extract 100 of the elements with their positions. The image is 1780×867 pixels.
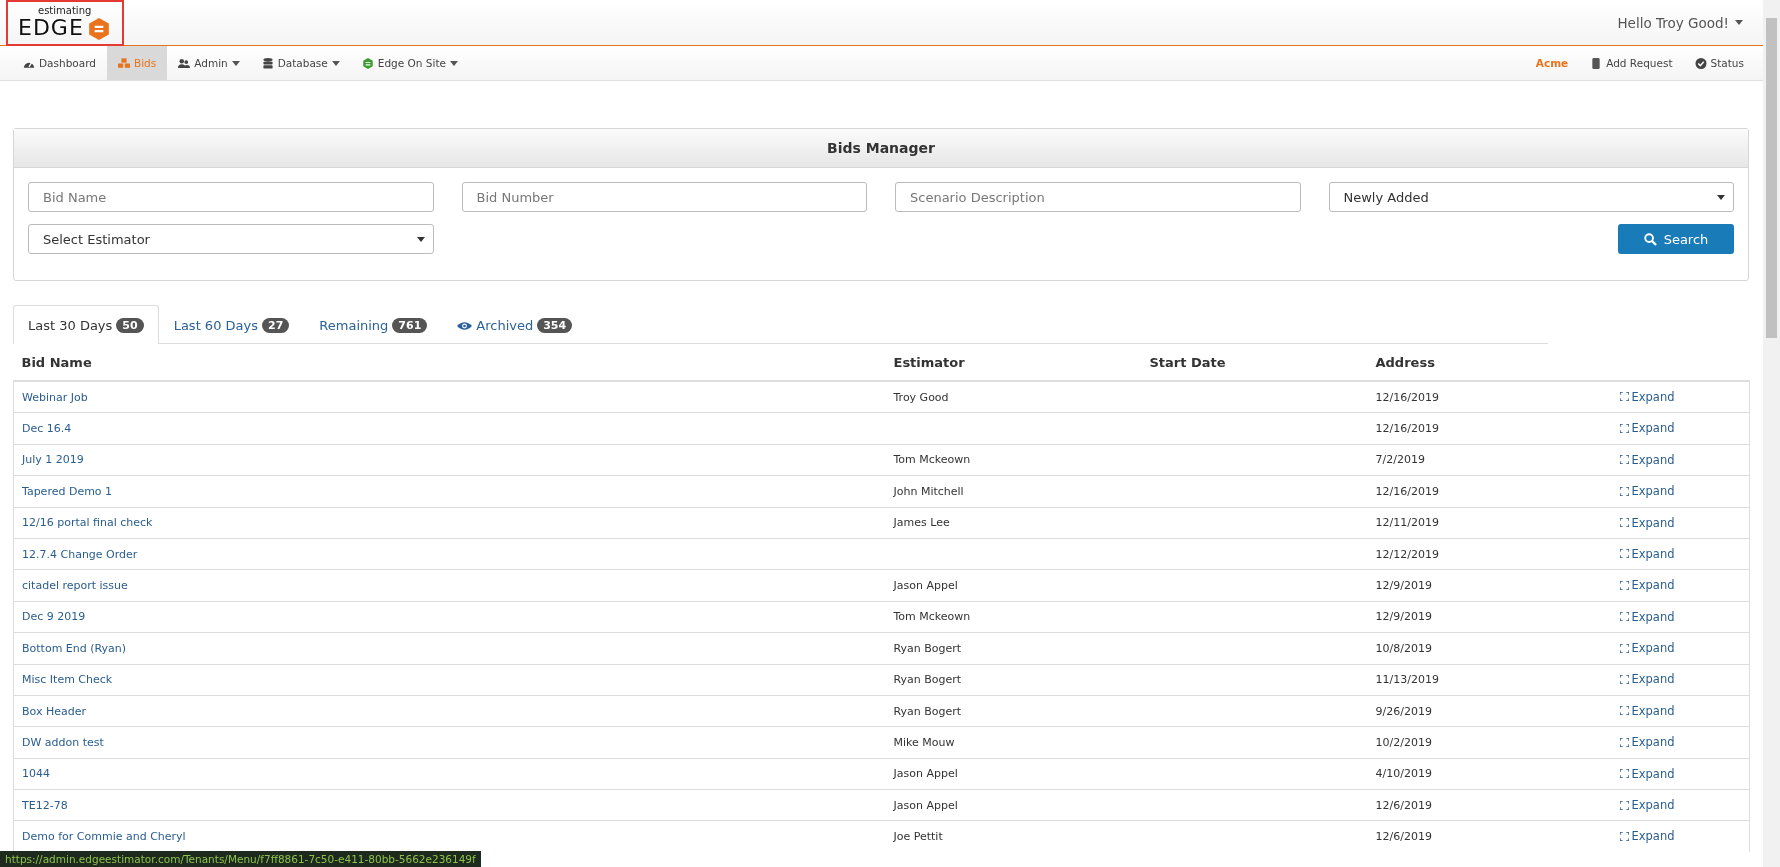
bid-link[interactable]: 1044 xyxy=(22,767,50,781)
expand-icon xyxy=(1619,549,1629,559)
expand-link[interactable]: Expand xyxy=(1619,672,1675,687)
hexagon-logo-icon xyxy=(87,16,110,41)
expand-link[interactable]: Expand xyxy=(1619,703,1675,718)
bid-link[interactable]: TE12-78 xyxy=(22,798,68,812)
bid-link[interactable]: Bottom End (Ryan) xyxy=(22,641,127,655)
bid-link[interactable]: 12/16 portal final check xyxy=(22,516,153,530)
dropdown-field[interactable]: Select Estimator xyxy=(28,224,434,254)
expand-link[interactable]: Expand xyxy=(1619,515,1675,530)
expand-link[interactable]: Expand xyxy=(1619,829,1675,844)
caret-icon xyxy=(1735,20,1743,25)
table-cell: Tom Mckeown xyxy=(893,610,971,624)
search-button[interactable]: Search xyxy=(1618,224,1734,254)
database-icon xyxy=(261,57,274,69)
book-icon xyxy=(1590,57,1603,69)
nav-link[interactable]: Status xyxy=(1683,46,1755,80)
text-field[interactable]: Bid Name xyxy=(28,182,434,212)
nav-link[interactable]: Add Request xyxy=(1579,46,1684,80)
table-cell: 12/6/2019 xyxy=(1375,830,1432,844)
scrollbar[interactable] xyxy=(1763,0,1780,867)
tab[interactable]: Last 60 Days 27 xyxy=(158,306,305,344)
scrollbar-thumb[interactable] xyxy=(1766,18,1777,338)
expand-link[interactable]: Expand xyxy=(1619,798,1675,812)
caret-icon xyxy=(1717,194,1725,200)
table-cell: Mike Mouw xyxy=(893,736,955,749)
bid-link[interactable]: Misc Item Check xyxy=(22,673,113,687)
nav-tab[interactable]: Edge On Site xyxy=(350,46,469,80)
dropdown-field[interactable]: Newly Added xyxy=(1328,182,1734,212)
table-cell: 12/16/2019 xyxy=(1375,484,1439,498)
expand-link[interactable]: Expand xyxy=(1619,578,1675,593)
logo-tagline: estimating xyxy=(38,6,93,17)
table-cell: Jason Appel xyxy=(893,579,958,593)
expand-icon xyxy=(1619,769,1629,779)
table-cell: Jason Appel xyxy=(893,798,958,812)
expand-icon xyxy=(1619,486,1629,496)
expand-icon xyxy=(1619,518,1629,527)
expand-icon xyxy=(1619,612,1629,622)
nav-tab[interactable]: Dashboard xyxy=(12,46,107,80)
count-badge: 50 xyxy=(116,317,144,333)
expand-link[interactable]: Expand xyxy=(1619,421,1675,436)
table-cell: Joe Pettit xyxy=(893,830,943,844)
status-url: https://admin.edgeestimator.com/Tenants/Menu/f7ff8861-7c50-e411-80bb-5662e236149f xyxy=(0,851,481,867)
users-icon xyxy=(178,57,191,69)
column-header: Estimator xyxy=(893,354,965,370)
expand-icon xyxy=(1619,831,1629,841)
table-cell: 12/6/2019 xyxy=(1375,798,1432,812)
table-cell: Troy Good xyxy=(893,390,949,404)
expand-link[interactable]: Expand xyxy=(1619,735,1675,750)
expand-link[interactable]: Expand xyxy=(1619,452,1675,467)
table-cell: Jason Appel xyxy=(893,767,958,781)
eye-icon xyxy=(457,320,473,331)
expand-link[interactable]: Expand xyxy=(1619,766,1675,781)
user-menu[interactable]: Hello Troy Good! xyxy=(1611,13,1749,32)
text-field[interactable]: Bid Number xyxy=(461,182,867,212)
bid-link[interactable]: citadel report issue xyxy=(22,579,128,593)
table-cell: 12/11/2019 xyxy=(1375,516,1439,530)
tab[interactable]: Last 30 Days 50 xyxy=(13,305,159,344)
expand-link[interactable]: Expand xyxy=(1619,609,1675,624)
bid-link[interactable]: 12.7.4 Change Order xyxy=(22,547,138,561)
logo[interactable]: estimating EDGE xyxy=(10,0,114,45)
table-cell: 10/2/2019 xyxy=(1375,736,1432,749)
nav-tab[interactable]: Database xyxy=(250,46,351,80)
bid-link[interactable]: Tapered Demo 1 xyxy=(22,484,113,498)
expand-icon xyxy=(1619,455,1629,465)
table-cell: 4/10/2019 xyxy=(1375,767,1432,781)
expand-icon xyxy=(1619,706,1629,716)
table-cell: Ryan Bogert xyxy=(893,641,962,655)
expand-link[interactable]: Expand xyxy=(1619,389,1675,404)
column-header: Start Date xyxy=(1149,354,1226,370)
expand-link[interactable]: Expand xyxy=(1619,641,1675,656)
nav-tab[interactable]: Admin xyxy=(167,46,251,80)
expand-link[interactable]: Expand xyxy=(1619,546,1675,561)
table-cell: Ryan Bogert xyxy=(893,704,962,718)
table-cell: 12/12/2019 xyxy=(1375,547,1439,561)
bid-link[interactable]: Dec 9 2019 xyxy=(22,610,86,624)
tab[interactable]: Archived 354 xyxy=(442,306,588,344)
table-cell: John Mitchell xyxy=(893,484,964,498)
hexagon-icon xyxy=(361,57,374,69)
check-circle-icon xyxy=(1694,57,1707,69)
count-badge: 354 xyxy=(537,318,573,333)
expand-icon xyxy=(1619,737,1629,747)
table-cell: James Lee xyxy=(893,516,950,530)
table-cell: 9/26/2019 xyxy=(1375,704,1432,718)
bid-link[interactable]: Dec 16.4 xyxy=(22,422,72,436)
table-cell: 12/9/2019 xyxy=(1375,579,1432,593)
bid-link[interactable]: Webinar Job xyxy=(22,390,88,404)
tab[interactable]: Remaining 761 xyxy=(304,306,443,344)
bid-link[interactable]: Demo for Commie and Cheryl xyxy=(22,830,186,844)
count-badge: 27 xyxy=(262,318,290,333)
expand-icon xyxy=(1619,423,1629,433)
expand-link[interactable]: Expand xyxy=(1619,484,1675,499)
panel-title: Bids Manager xyxy=(14,129,1748,168)
text-field[interactable]: Scenario Description xyxy=(895,182,1301,212)
column-header: Address xyxy=(1375,354,1435,370)
bid-link[interactable]: July 1 2019 xyxy=(22,453,84,467)
table-cell: 7/2/2019 xyxy=(1375,453,1425,467)
table-cell: Ryan Bogert xyxy=(893,673,962,687)
bid-link[interactable]: DW addon test xyxy=(22,736,104,749)
bid-link[interactable]: Box Header xyxy=(22,704,86,718)
